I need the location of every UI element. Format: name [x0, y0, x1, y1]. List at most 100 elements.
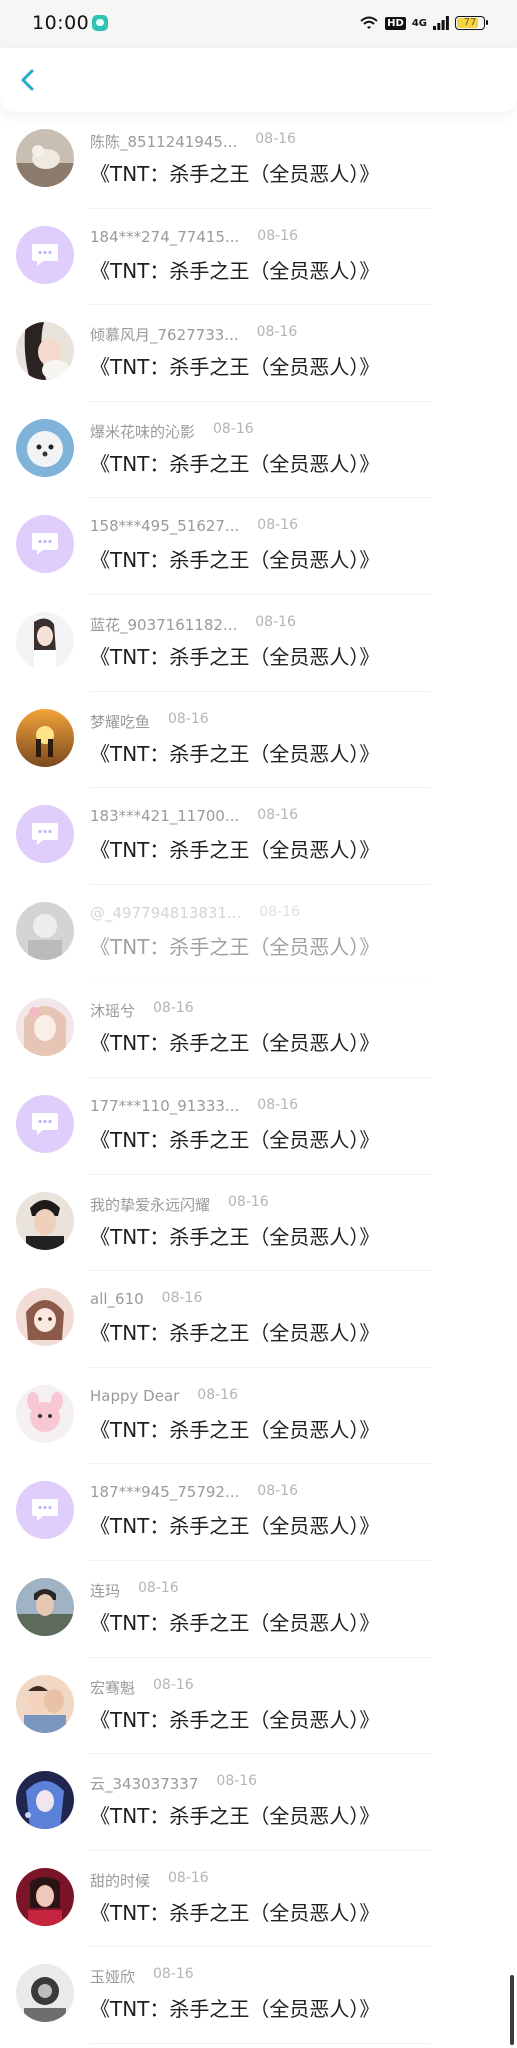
user-name: 爆米花味的沁影	[90, 422, 196, 441]
list-item[interactable]: 连玛 08-16 《TNT：杀手之王（全员恶人）》	[0, 1561, 517, 1658]
avatar[interactable]	[16, 708, 74, 767]
avatar[interactable]	[16, 322, 74, 381]
avatar[interactable]	[16, 1191, 74, 1250]
avatar[interactable]	[16, 611, 74, 670]
message-text[interactable]: 《TNT：杀手之王（全员恶人）》	[90, 1221, 379, 1250]
message-text[interactable]: 《TNT：杀手之王（全员恶人）》	[90, 255, 379, 284]
user-name: 甜的时候	[90, 1871, 151, 1890]
message-text[interactable]: 《TNT：杀手之王（全员恶人）》	[90, 1510, 379, 1539]
avatar[interactable]	[16, 998, 74, 1057]
message-date: 08-16	[257, 1483, 298, 1500]
list-item[interactable]: 蓝花_9037161182... 08-16 《TNT：杀手之王（全员恶人）》	[0, 595, 517, 692]
hd-badge: HD	[385, 16, 406, 30]
message-text[interactable]: 《TNT：杀手之王（全员恶人）》	[90, 351, 379, 380]
network-type: 4G	[411, 17, 427, 29]
list-item[interactable]: 184***274_77415... 08-16 《TNT：杀手之王（全员恶人）》	[0, 209, 517, 306]
message-date: 08-16	[153, 1966, 194, 1983]
name-line: 蓝花_9037161182... 08-16	[90, 614, 296, 635]
back-arrow-icon[interactable]	[14, 66, 42, 94]
message-date: 08-16	[255, 131, 296, 147]
message-text[interactable]: 《TNT：杀手之王（全员恶人）》	[90, 738, 379, 767]
default-avatar-chat-icon[interactable]	[16, 805, 74, 864]
list-item[interactable]: 陈陈_8511241945... 08-16 《TNT：杀手之王（全员恶人）》	[0, 112, 517, 209]
default-avatar-chat-icon[interactable]	[16, 225, 74, 284]
message-text[interactable]: 《TNT：杀手之王（全员恶人）》	[90, 1317, 379, 1346]
message-text[interactable]: 《TNT：杀手之王（全员恶人）》	[90, 448, 379, 477]
name-line: 158***495_51627... 08-16	[90, 517, 298, 535]
message-date: 08-16	[153, 1676, 194, 1693]
avatar[interactable]	[16, 1288, 74, 1347]
avatar[interactable]	[16, 1867, 74, 1926]
message-date: 08-16	[259, 903, 301, 920]
list-item[interactable]: 158***495_51627... 08-16 《TNT：杀手之王（全员恶人）》	[0, 498, 517, 595]
avatar[interactable]	[16, 901, 74, 960]
message-date: 08-16	[257, 227, 298, 244]
list-item[interactable]: 玉娅欣 08-16 《TNT：杀手之王（全员恶人）》	[0, 1947, 517, 2044]
message-text[interactable]: 《TNT：杀手之王（全员恶人）》	[90, 1897, 379, 1926]
message-text[interactable]: 《TNT：杀手之王（全员恶人）》	[90, 1414, 379, 1443]
battery-icon: 77	[455, 16, 488, 30]
list-item[interactable]: 宏骞魁 08-16 《TNT：杀手之王（全员恶人）》	[0, 1658, 517, 1755]
name-line: 187***945_75792... 08-16	[90, 1483, 298, 1501]
user-name: 倾慕风月_7627733...	[90, 326, 239, 345]
list-item[interactable]: 梦耀吃鱼 08-16 《TNT：杀手之王（全员恶人）》	[0, 692, 517, 789]
list-item[interactable]: 倾慕风月_7627733... 08-16 《TNT：杀手之王（全员恶人）》	[0, 305, 517, 402]
list-item[interactable]: 183***421_11700... 08-16 《TNT：杀手之王（全员恶人）》	[0, 788, 517, 885]
message-date: 08-16	[257, 807, 298, 824]
list-item[interactable]: all_610 08-16 《TNT：杀手之王（全员恶人）》	[0, 1271, 517, 1368]
message-text[interactable]: 《TNT：杀手之王（全员恶人）》	[90, 1607, 379, 1636]
list-item[interactable]: 爆米花味的沁影 08-16 《TNT：杀手之王（全员恶人）》	[0, 402, 517, 499]
list-item[interactable]: Happy Dear 08-16 《TNT：杀手之王（全员恶人）》	[0, 1368, 517, 1465]
avatar[interactable]	[16, 1384, 74, 1443]
message-text[interactable]: 《TNT：杀手之王（全员恶人）》	[90, 158, 379, 187]
message-text[interactable]: 《TNT：杀手之王（全员恶人）》	[90, 1800, 379, 1829]
user-name: Happy Dear	[90, 1386, 180, 1405]
list-item[interactable]: 甜的时候 08-16 《TNT：杀手之王（全员恶人）》	[0, 1851, 517, 1948]
avatar[interactable]	[16, 418, 74, 477]
message-date: 08-16	[256, 324, 298, 341]
name-line: @_497794813831... 08-16	[90, 904, 300, 922]
list-item[interactable]: 177***110_91333... 08-16 《TNT：杀手之王（全员恶人）》	[0, 1078, 517, 1175]
list-item[interactable]: 云_343037337 08-16 《TNT：杀手之王（全员恶人）》	[0, 1754, 517, 1851]
scrollbar[interactable]	[510, 1975, 514, 2045]
user-name: 177***110_91333...	[90, 1096, 240, 1115]
user-name: 陈陈_8511241945...	[90, 133, 238, 151]
list-item[interactable]: 沐瑶兮 08-16 《TNT：杀手之王（全员恶人）》	[0, 981, 517, 1078]
user-name: 183***421_11700...	[90, 807, 240, 826]
message-text[interactable]: 《TNT：杀手之王（全员恶人）》	[90, 1993, 379, 2022]
avatar[interactable]	[16, 129, 74, 187]
status-bar: 10:00 HD 4G 77	[0, 0, 517, 48]
message-text[interactable]: 《TNT：杀手之王（全员恶人）》	[90, 544, 379, 573]
name-line: 183***421_11700... 08-16	[90, 807, 298, 825]
name-line: 184***274_77415... 08-16	[90, 228, 298, 246]
name-line: 陈陈_8511241945... 08-16	[90, 131, 296, 152]
avatar[interactable]	[16, 1964, 74, 2023]
avatar[interactable]	[16, 1674, 74, 1733]
message-date: 08-16	[153, 1000, 194, 1017]
message-text[interactable]: 《TNT：杀手之王（全员恶人）》	[90, 1704, 379, 1733]
name-line: 爆米花味的沁影 08-16	[90, 421, 254, 442]
user-name: @_497794813831...	[90, 903, 242, 922]
list-item[interactable]: 187***945_75792... 08-16 《TNT：杀手之王（全员恶人）》	[0, 1464, 517, 1561]
list-item[interactable]: @_497794813831... 08-16 《TNT：杀手之王（全员恶人）》	[0, 885, 517, 982]
list-item[interactable]: 我的挚爱永远闪耀 08-16 《TNT：杀手之王（全员恶人）》	[0, 1175, 517, 1272]
name-line: 我的挚爱永远闪耀 08-16	[90, 1194, 269, 1215]
avatar[interactable]	[16, 1577, 74, 1636]
battery-level: 77	[463, 17, 477, 28]
user-name: 玉娅欣	[90, 1968, 136, 1987]
message-date: 08-16	[138, 1579, 179, 1596]
name-line: all_610 08-16	[90, 1290, 202, 1308]
message-text[interactable]: 《TNT：杀手之王（全员恶人）》	[90, 931, 379, 960]
message-date: 08-16	[257, 1096, 298, 1113]
message-text[interactable]: 《TNT：杀手之王（全员恶人）》	[90, 834, 379, 863]
default-avatar-chat-icon[interactable]	[16, 1481, 74, 1540]
default-avatar-chat-icon[interactable]	[16, 1094, 74, 1153]
message-date: 08-16	[255, 613, 296, 630]
message-text[interactable]: 《TNT：杀手之王（全员恶人）》	[90, 641, 379, 670]
default-avatar-chat-icon[interactable]	[16, 515, 74, 574]
message-text[interactable]: 《TNT：杀手之王（全员恶人）》	[90, 1027, 379, 1056]
message-text[interactable]: 《TNT：杀手之王（全员恶人）》	[90, 1124, 379, 1153]
avatar[interactable]	[16, 1771, 74, 1830]
message-list: 陈陈_8511241945... 08-16 《TNT：杀手之王（全员恶人）》 184…	[0, 112, 517, 2044]
message-date: 08-16	[216, 1773, 258, 1790]
